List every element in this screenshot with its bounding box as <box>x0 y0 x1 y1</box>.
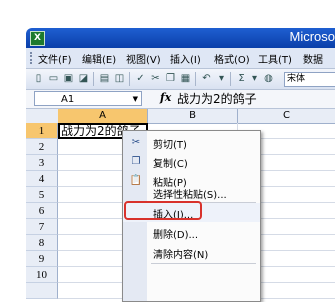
spelling-icon[interactable]: ✓ <box>134 72 147 85</box>
undo-icon[interactable]: ↶ <box>200 72 213 85</box>
menu-data[interactable]: 数据 <box>303 51 323 66</box>
column-header-c[interactable]: C <box>238 109 335 123</box>
menu-view[interactable]: 视图(V) <box>126 51 161 66</box>
autosum-icon[interactable]: Σ <box>235 72 248 85</box>
menu-bar: 文件(F) 编辑(E) 视图(V) 插入(I) 格式(O) 工具(T) 数据 <box>26 48 335 69</box>
open-icon[interactable]: ▭ <box>47 72 60 85</box>
copy-icon: ❐ <box>131 156 141 167</box>
toolbar-divider <box>230 72 231 86</box>
row-header-10[interactable]: 10 <box>26 267 58 283</box>
autosum-dropdown-icon[interactable]: ▾ <box>248 72 261 85</box>
permission-icon[interactable]: ◪ <box>77 72 90 85</box>
formula-input[interactable]: 战力为2的鸽子 <box>177 90 257 108</box>
menu-format[interactable]: 格式(O) <box>214 51 250 66</box>
row-header-6[interactable]: 6 <box>26 203 58 219</box>
toolbar-divider <box>93 72 94 86</box>
fx-icon[interactable]: fx <box>160 91 171 104</box>
context-menu-paste-special[interactable]: 选择性粘贴(S)... <box>123 183 260 201</box>
copy-icon[interactable]: ❐ <box>164 72 177 85</box>
print-preview-icon[interactable]: ◫ <box>113 72 126 85</box>
save-icon[interactable]: ▣ <box>62 72 75 85</box>
font-name-select[interactable]: 宋体 <box>284 72 335 87</box>
highlight-annotation <box>124 201 202 220</box>
column-header-row: A B C <box>26 109 335 124</box>
context-menu-copy-label: 复制(C) <box>153 159 188 170</box>
row-header-11[interactable] <box>26 283 58 299</box>
scissors-icon: ✂ <box>131 137 141 148</box>
context-menu: ✂ 剪切(T) ❐ 复制(C) 📋 粘贴(P) 选择性粘贴(S)... 插入(I… <box>122 130 261 302</box>
context-menu-delete[interactable]: 删除(D)... <box>123 223 260 242</box>
undo-dropdown-icon[interactable]: ▾ <box>215 72 228 85</box>
row-header-7[interactable]: 7 <box>26 219 58 235</box>
row-header-4[interactable]: 4 <box>26 171 58 187</box>
row-header-9[interactable]: 9 <box>26 251 58 267</box>
menu-edit[interactable]: 编辑(E) <box>82 51 116 66</box>
context-menu-paste-special-label: 选择性粘贴(S)... <box>153 190 227 201</box>
help-icon[interactable]: ◍ <box>262 72 275 85</box>
app-title: Microso <box>289 29 335 44</box>
excel-app-icon[interactable]: X <box>30 31 45 46</box>
toolbar-divider <box>195 72 196 86</box>
menu-tools[interactable]: 工具(T) <box>258 51 292 66</box>
toolbar-divider <box>129 72 130 86</box>
row-header-3[interactable]: 3 <box>26 155 58 171</box>
standard-toolbar: ▯ ▭ ▣ ◪ ▤ ◫ ✓ ✂ ❐ ▦ ↶ ▾ Σ ▾ ◍ 宋体 <box>26 69 335 90</box>
column-header-b[interactable]: B <box>148 109 238 123</box>
context-menu-cut-label: 剪切(T) <box>153 140 187 151</box>
row-header-5[interactable]: 5 <box>26 187 58 203</box>
menu-insert[interactable]: 插入(I) <box>170 51 201 66</box>
menu-file[interactable]: 文件(F) <box>38 51 72 66</box>
context-menu-delete-label: 删除(D)... <box>153 230 199 241</box>
name-box-value: A1 <box>61 94 75 105</box>
context-menu-clear-contents[interactable]: 清除内容(N) <box>123 243 260 262</box>
cut-icon[interactable]: ✂ <box>149 72 162 85</box>
context-menu-separator <box>151 263 256 264</box>
select-all-corner[interactable] <box>26 109 59 123</box>
row-header-2[interactable]: 2 <box>26 139 58 155</box>
chevron-down-icon[interactable]: ▼ <box>133 92 138 107</box>
menu-grip-icon[interactable] <box>30 52 35 64</box>
row-header-8[interactable]: 8 <box>26 235 58 251</box>
context-menu-cut[interactable]: ✂ 剪切(T) <box>123 133 260 152</box>
paste-icon[interactable]: ▦ <box>179 72 192 85</box>
column-header-a[interactable]: A <box>58 109 148 123</box>
name-box[interactable]: A1 ▼ <box>34 91 142 106</box>
print-icon[interactable]: ▤ <box>98 72 111 85</box>
row-header-1[interactable]: 1 <box>26 123 58 139</box>
context-menu-copy[interactable]: ❐ 复制(C) <box>123 152 260 171</box>
title-bar: X Microso <box>26 28 335 48</box>
formula-bar: A1 ▼ fx 战力为2的鸽子 <box>26 90 335 109</box>
context-menu-clear-contents-label: 清除内容(N) <box>153 250 209 261</box>
new-icon[interactable]: ▯ <box>32 72 45 85</box>
